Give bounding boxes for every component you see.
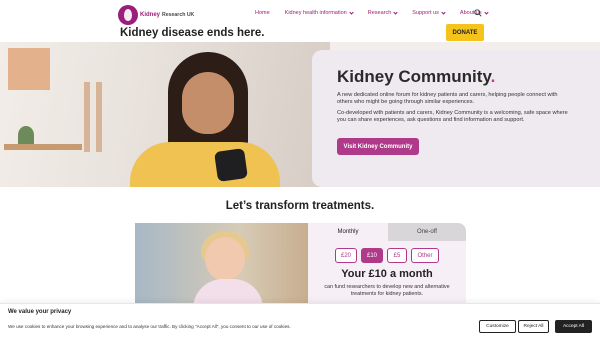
shelf [4, 144, 82, 150]
customize-button[interactable]: Customize [479, 320, 516, 333]
tab-one-off[interactable]: One-off [388, 223, 466, 241]
nav-item-support-us[interactable]: Support us [412, 9, 446, 16]
person-face [182, 72, 234, 134]
child-photo [135, 223, 310, 303]
amount-description: can fund researchers to develop new and … [324, 284, 450, 297]
hero-paragraph-2: Co-developed with patients and carers, K… [337, 110, 568, 124]
donate-button[interactable]: DONATE [446, 24, 484, 41]
tagline: Kidney disease ends here. [120, 27, 265, 39]
logo-sub: Research UK [162, 12, 195, 18]
nav-item-kidney-health-information[interactable]: Kidney health information [284, 9, 354, 16]
hero-title-dot: . [490, 67, 496, 86]
plant [18, 126, 34, 144]
stair-rail [96, 82, 102, 152]
chevron-down-icon [349, 9, 354, 15]
cookie-text: We use cookies to enhance your browsing … [8, 324, 291, 329]
hero-title-text: Kidney Community [337, 67, 491, 86]
nav-item-home[interactable]: Home [255, 10, 270, 16]
donation-card: Monthly One-off £20 £10 £5 Other Your £1… [308, 223, 466, 303]
kidney-logo-icon [118, 5, 138, 25]
tab-monthly[interactable]: Monthly [308, 223, 388, 241]
amount-option-20[interactable]: £20 [335, 248, 357, 263]
child-face [205, 237, 245, 281]
search-icon[interactable] [474, 9, 482, 17]
accept-all-button[interactable]: Accept All [555, 320, 592, 333]
section-title: Let’s transform treatments. [225, 200, 375, 212]
chevron-down-icon [393, 9, 398, 15]
nav-label: Research [367, 10, 392, 16]
nav-label: Support us [412, 10, 439, 16]
nav-label: Kidney health information [284, 10, 347, 16]
hero-photo [0, 42, 330, 187]
cookie-banner: We value your privacy We use cookies to … [0, 303, 600, 338]
amount-headline: Your £10 a month [341, 268, 433, 280]
chevron-down-icon [484, 9, 489, 15]
hero-title: Kidney Community. [337, 67, 495, 87]
amount-option-5[interactable]: £5 [387, 248, 407, 263]
stair-rail [84, 82, 90, 152]
phone [214, 148, 248, 182]
child-shirt [193, 279, 263, 303]
reject-all-button[interactable]: Reject All [518, 320, 549, 333]
window [8, 48, 50, 90]
cookie-title: We value your privacy [8, 309, 72, 315]
visit-kidney-community-button[interactable]: Visit Kidney Community [337, 138, 419, 155]
amount-option-10[interactable]: £10 [361, 248, 383, 263]
logo-word: Kidney [140, 12, 161, 18]
nav-label: Home [255, 10, 270, 16]
nav-item-research[interactable]: Research [367, 9, 398, 16]
amount-option-other[interactable]: Other [411, 248, 439, 263]
hero-paragraph-1: A new dedicated online forum for kidney … [337, 92, 558, 106]
chevron-down-icon [441, 9, 446, 15]
site-header: Kidney Research UK Kidney disease ends h… [0, 0, 600, 42]
logo[interactable]: Kidney Research UK [118, 5, 194, 25]
main-nav: Home Kidney health information Research … [255, 9, 489, 16]
person-body [130, 142, 280, 187]
